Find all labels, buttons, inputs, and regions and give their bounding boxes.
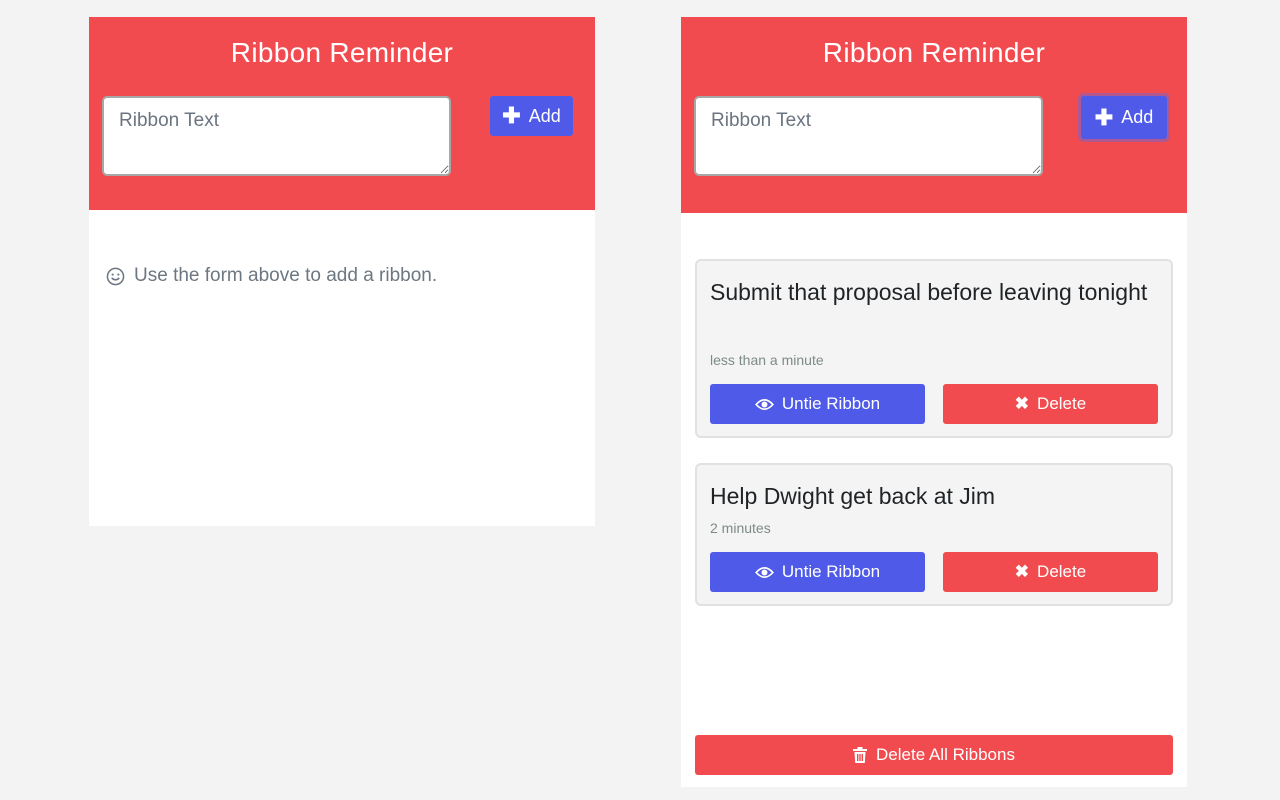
add-label: Add xyxy=(528,105,561,126)
smile-icon xyxy=(106,267,125,285)
ribbon-text-input[interactable] xyxy=(102,96,451,176)
x-icon: ✖ xyxy=(1014,562,1030,581)
add-label: Add xyxy=(1121,107,1154,127)
ribbon-panel-list: Ribbon Reminder ✚ Add Submit that propos… xyxy=(681,17,1187,787)
ribbon-text-input[interactable] xyxy=(694,96,1043,176)
plus-icon: ✚ xyxy=(1094,104,1114,130)
untie-ribbon-button[interactable]: Untie Ribbon xyxy=(710,384,925,424)
app-title: Ribbon Reminder xyxy=(822,37,1046,68)
delete-label: Delete xyxy=(1037,394,1087,413)
ribbon-panel-empty: Ribbon Reminder ✚ Add Use the form above… xyxy=(89,17,595,526)
ribbon-time: less than a minute xyxy=(710,352,824,368)
delete-all-ribbons-button[interactable]: Delete All Ribbons xyxy=(695,735,1173,775)
eye-icon xyxy=(754,566,774,578)
untie-ribbon-button[interactable]: Untie Ribbon xyxy=(710,552,925,592)
trash-icon xyxy=(853,747,868,763)
add-button[interactable]: ✚ Add xyxy=(490,96,573,136)
delete-label: Delete xyxy=(1037,562,1087,581)
empty-message-text: Use the form above to add a ribbon. xyxy=(134,265,438,286)
ribbon-text: Submit that proposal before leaving toni… xyxy=(710,279,1148,305)
plus-icon: ✚ xyxy=(502,103,521,128)
delete-button[interactable]: ✖ Delete xyxy=(943,384,1158,424)
header: Ribbon Reminder ✚ Add xyxy=(89,17,595,210)
eye-icon xyxy=(754,398,774,410)
ribbon-card: Submit that proposal before leaving toni… xyxy=(695,259,1173,438)
empty-message: Use the form above to add a ribbon. xyxy=(106,265,437,287)
ribbon-card: Help Dwight get back at Jim 2 minutes Un… xyxy=(695,463,1173,606)
ribbon-text: Help Dwight get back at Jim xyxy=(710,483,996,509)
header: Ribbon Reminder ✚ Add xyxy=(681,17,1187,213)
untie-label: Untie Ribbon xyxy=(781,394,881,413)
ribbon-time: 2 minutes xyxy=(710,520,771,536)
untie-label: Untie Ribbon xyxy=(781,562,881,581)
x-icon: ✖ xyxy=(1014,394,1030,413)
delete-button[interactable]: ✖ Delete xyxy=(943,552,1158,592)
delete-all-label: Delete All Ribbons xyxy=(876,745,1015,764)
add-button[interactable]: ✚ Add xyxy=(1081,96,1167,139)
app-title: Ribbon Reminder xyxy=(230,37,454,68)
